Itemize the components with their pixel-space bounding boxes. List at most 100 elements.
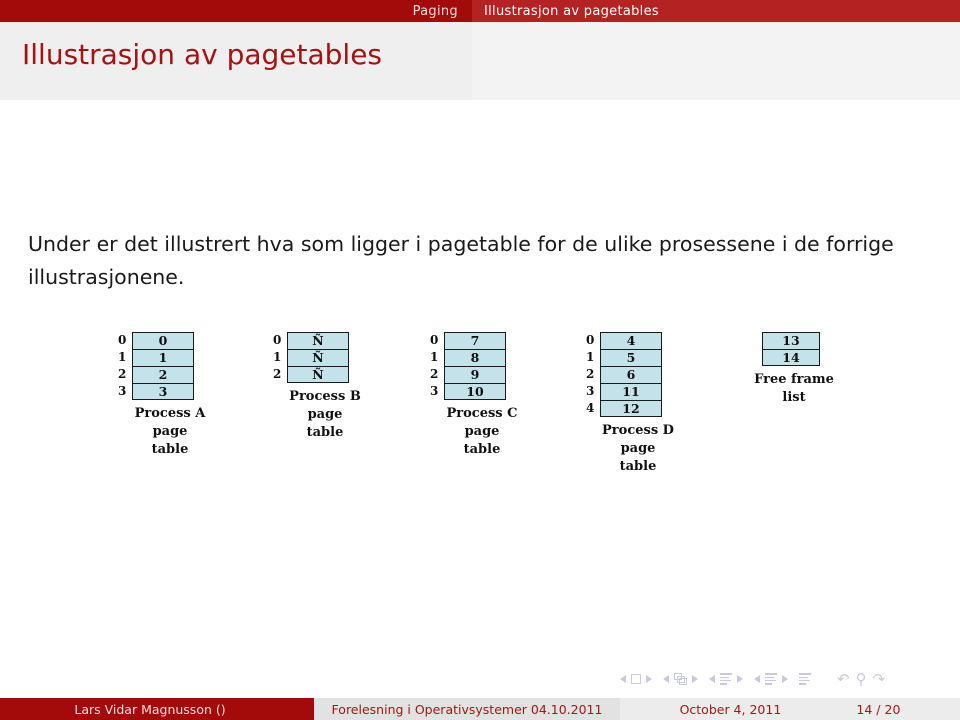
page-table-group: 0 7 1 8 2 9 3 10 Process Cpage table	[430, 332, 520, 459]
table-row: 00	[118, 332, 208, 349]
page-table-caption: Free frame list	[748, 371, 840, 407]
beamer-navigation-symbols[interactable]: ↶ ⚲ ↷	[620, 668, 950, 690]
table-row: 15	[586, 349, 676, 366]
page-index-label: 1	[430, 350, 439, 364]
prev-section-icon[interactable]	[754, 675, 760, 683]
caption-line-2: page table	[619, 441, 657, 474]
caption-line-2: list	[782, 390, 806, 405]
frame-number-cell: 7	[444, 332, 506, 349]
page-table-rows: 00112233	[118, 332, 208, 400]
nav-toc-group[interactable]	[799, 673, 811, 685]
next-slide-icon[interactable]	[646, 675, 652, 683]
caption-line-1: Process C	[446, 406, 518, 421]
caption-line-1: Process A	[134, 406, 206, 421]
frame-number-cell: 5	[600, 349, 662, 366]
page-index-label: 1	[273, 350, 282, 364]
prev-frame-icon[interactable]	[663, 675, 669, 683]
frame-number-cell: Ñ	[287, 332, 349, 349]
table-row: 22	[118, 366, 208, 383]
page-index-label	[748, 349, 762, 366]
page-table-rows: 0 7 1 8 2 9 3 10	[430, 332, 520, 400]
table-row: 29	[430, 366, 520, 383]
footer-lecture-cell: Forelesning i Operativsystemer 04.10.201…	[300, 698, 620, 720]
caption-line-1: Process B	[289, 389, 361, 404]
footer-author: Lars Vidar Magnusson ()	[74, 701, 226, 717]
page-index-label: 0	[586, 333, 595, 347]
slide-icon[interactable]	[631, 674, 641, 684]
frame-number-cell: 8	[444, 349, 506, 366]
subsection-list-icon[interactable]	[720, 673, 732, 685]
page-table-group: 0 Ñ 1 Ñ 2 Ñ Process B page table	[273, 332, 363, 442]
caption-line-2: page table	[151, 424, 189, 457]
frame-number-cell: 4	[600, 332, 662, 349]
page-index-label: 0	[430, 333, 439, 347]
page-index-label: 2	[586, 367, 595, 381]
footer-lecture-title: Forelesning i Operativsystemer 04.10.201…	[331, 701, 603, 717]
table-row: 3 10	[430, 383, 520, 400]
frame-number-cell: 0	[132, 332, 194, 349]
search-icon[interactable]: ⚲	[856, 671, 867, 687]
header-subsection-label: Illustrasjon av pagetables	[484, 3, 659, 19]
header-section-paging[interactable]: Paging	[0, 0, 472, 22]
frame-number-cell: 1	[132, 349, 194, 366]
pagetables-diagram: 0 0 1 1 2 2 3 3 Process Apage table 0 Ñ 1 Ñ 2 Ñ Proc…	[118, 332, 878, 482]
table-row: 13	[748, 332, 840, 349]
table-row: 2 Ñ	[273, 366, 363, 383]
page-index-label: 3	[118, 384, 127, 398]
prev-slide-icon[interactable]	[620, 675, 626, 683]
page-table-rows: 0 4 1 5 2 6 3 11 4 12	[586, 332, 676, 417]
frame-stack-icon[interactable]	[674, 673, 687, 685]
page-title: Illustrasjon av pagetables	[22, 38, 383, 71]
frame-number-cell: 10	[444, 383, 506, 400]
frame-number-cell: 14	[762, 349, 820, 366]
page-table-group: 13 14 Free frame list	[748, 332, 840, 407]
page-index-label: 2	[273, 367, 282, 381]
nav-subsection-group[interactable]	[709, 673, 743, 685]
page-table-group: 0 0 1 1 2 2 3 3 Process Apage table	[118, 332, 208, 459]
next-section-icon[interactable]	[782, 675, 788, 683]
forward-arrow-icon[interactable]: ↷	[873, 671, 886, 687]
prev-subsection-icon[interactable]	[709, 675, 715, 683]
nav-history-group[interactable]: ↶ ⚲ ↷	[836, 671, 886, 687]
section-list-icon[interactable]	[765, 673, 777, 685]
footer-bar: Lars Vidar Magnusson () Forelesning i Op…	[0, 698, 960, 720]
frame-number-cell: 6	[600, 366, 662, 383]
title-band: Illustrasjon av pagetables	[0, 22, 960, 100]
frame-number-cell: 9	[444, 366, 506, 383]
page-index-label: 1	[586, 350, 595, 364]
next-frame-icon[interactable]	[692, 675, 698, 683]
caption-line-1: Process D	[602, 423, 674, 438]
table-row: 1 Ñ	[273, 349, 363, 366]
page-table-rows: 13 14	[748, 332, 840, 366]
table-row: 11	[118, 349, 208, 366]
page-index-label: 0	[273, 333, 282, 347]
footer-author-cell: Lars Vidar Magnusson ()	[0, 698, 300, 720]
toc-list-icon[interactable]	[799, 673, 811, 685]
table-row: 07	[430, 332, 520, 349]
page-table-caption: Process B page table	[287, 388, 363, 442]
frame-number-cell: Ñ	[287, 349, 349, 366]
nav-slide-group[interactable]	[620, 674, 652, 684]
page-index-label	[748, 332, 762, 349]
next-subsection-icon[interactable]	[737, 675, 743, 683]
table-row: 3 11	[586, 383, 676, 400]
back-arrow-icon[interactable]: ↶	[837, 671, 850, 687]
header-section-label: Paging	[412, 3, 458, 19]
page-table-caption: Process D page table	[600, 422, 676, 476]
table-row: 33	[118, 383, 208, 400]
frame-number-cell: 12	[600, 400, 662, 417]
nav-section-group[interactable]	[754, 673, 788, 685]
page-index-label: 4	[586, 401, 595, 415]
page-index-label: 2	[118, 367, 127, 381]
page-table-caption: Process A page table	[132, 405, 208, 459]
page-index-label: 3	[430, 384, 439, 398]
frame-number-cell: 13	[762, 332, 820, 349]
body-paragraph: Under er det illustrert hva som ligger i…	[28, 232, 894, 289]
table-row: 18	[430, 349, 520, 366]
page-table-group: 0 4 1 5 2 6 3 11 4 12 Process Dpage table	[586, 332, 676, 476]
nav-frame-group[interactable]	[663, 673, 698, 685]
header-subsection-illustrasjon[interactable]: Illustrasjon av pagetables	[472, 0, 960, 22]
header-navigation-bar: Paging Illustrasjon av pagetables	[0, 0, 960, 22]
table-row: 04	[586, 332, 676, 349]
frame-number-cell: 2	[132, 366, 194, 383]
